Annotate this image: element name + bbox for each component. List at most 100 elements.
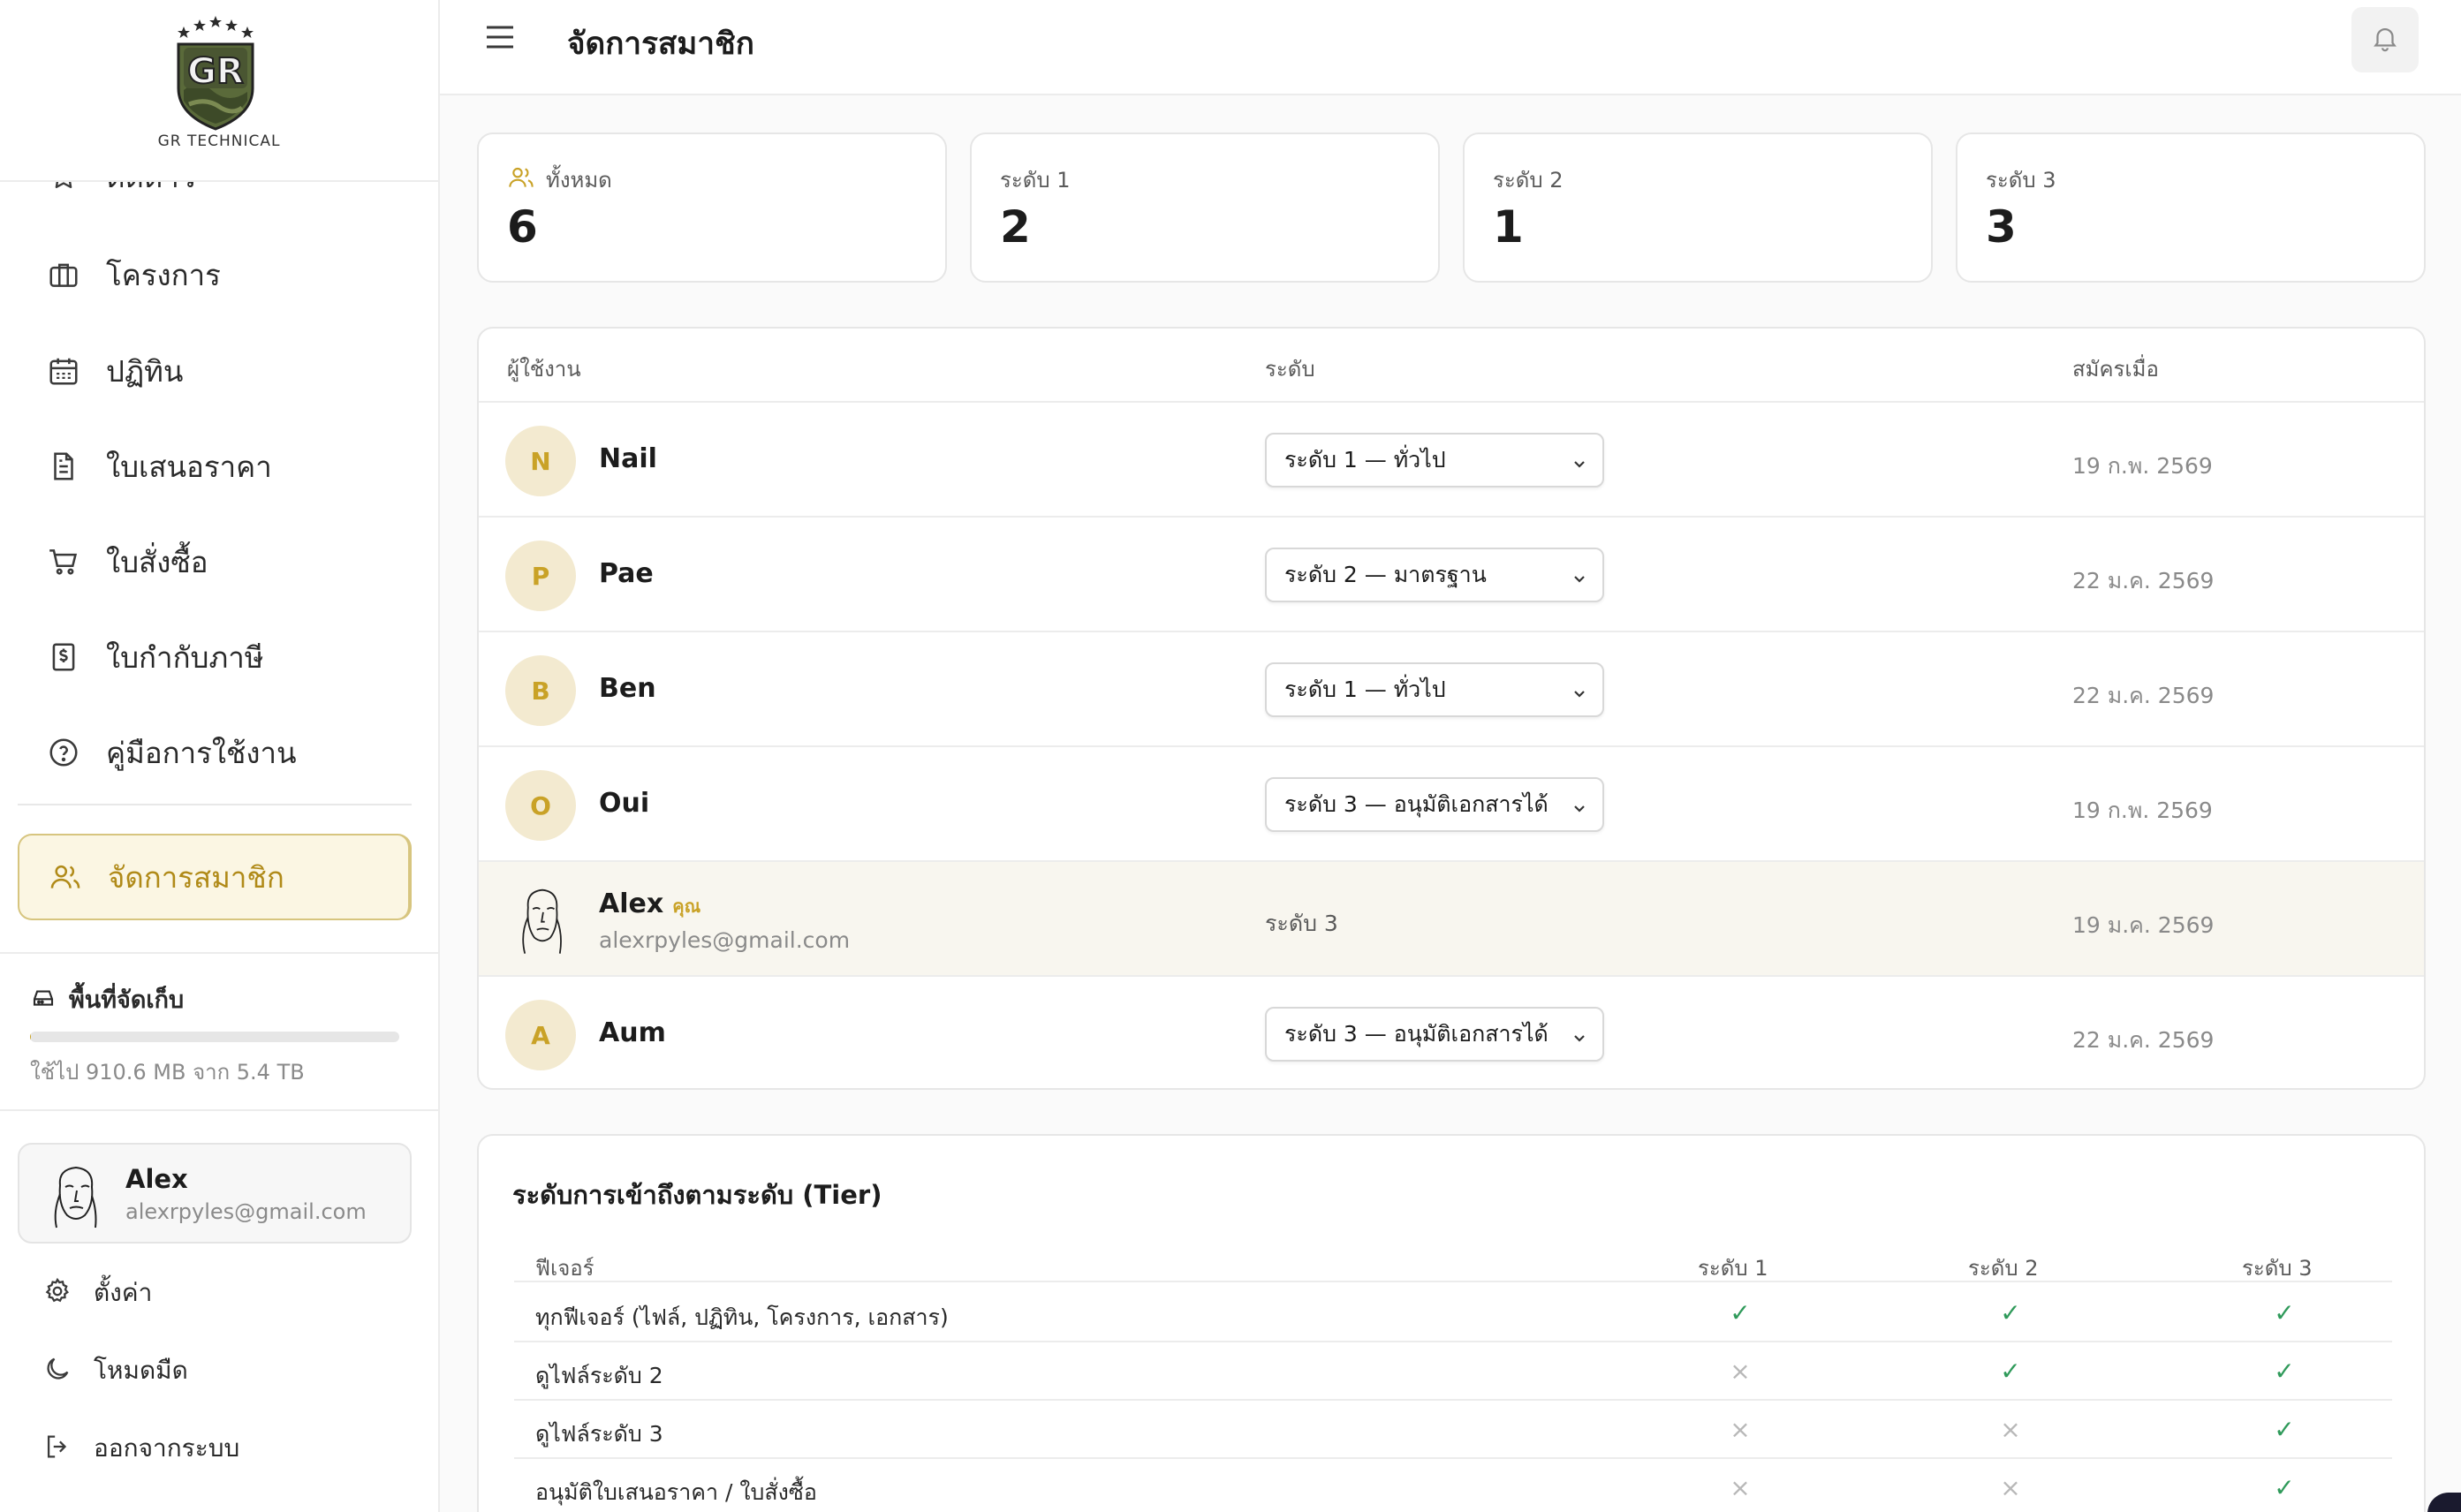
feature-name: ทุกฟีเจอร์ (ไฟล์, ปฏิทิน, โครงการ, เอกสา… [535, 1304, 949, 1330]
level-select[interactable]: ระดับ 1 — ทั่วไป [1265, 433, 1604, 488]
current-user-name: Alex [125, 1164, 188, 1194]
level-select[interactable]: ระดับ 3 — อนุมัติเอกสารได้ [1265, 777, 1604, 832]
tier-row: ทุกฟีเจอร์ (ไฟล์, ปฏิทิน, โครงการ, เอกสา… [514, 1284, 2392, 1342]
tier-row: ดูไฟล์ระดับ 3 × × ✓ [514, 1401, 2392, 1459]
level-select-value: ระดับ 3 — อนุมัติเอกสารได้ [1284, 1021, 1549, 1047]
nav-divider [18, 804, 412, 805]
member-email: alexrpyles@gmail.com [599, 927, 851, 953]
sidebar-item-label: คู่มือการใช้งาน [106, 735, 297, 770]
table-row: B Ben ระดับ 1 — ทั่วไป 22 ม.ค. 2569 [479, 632, 2424, 747]
member-name-text: Alex [599, 888, 664, 919]
level-select[interactable]: ระดับ 3 — อนุมัติเอกสารได้ [1265, 1007, 1604, 1062]
member-level-readonly: ระดับ 3 [1265, 911, 1338, 936]
level-select-value: ระดับ 2 — มาตรฐาน [1284, 562, 1487, 587]
member-joined-date: 19 ก.พ. 2569 [2072, 453, 2213, 479]
menu-toggle-button[interactable] [482, 21, 518, 57]
avatar: N [505, 426, 576, 496]
sidebar-item-projects[interactable]: โครงการ [18, 239, 412, 310]
you-badge: คุณ [672, 896, 701, 917]
stat-value: 6 [507, 201, 538, 253]
level-select-value: ระดับ 3 — อนุมัติเอกสารได้ [1284, 791, 1549, 817]
level-select[interactable]: ระดับ 1 — ทั่วไป [1265, 662, 1604, 717]
avatar [41, 1159, 111, 1229]
member-name: Alex คุณ [599, 888, 700, 920]
tier-row: ดูไฟล์ระดับ 2 × ✓ ✓ [514, 1342, 2392, 1401]
level-select[interactable]: ระดับ 2 — มาตรฐาน [1265, 548, 1604, 602]
moon-icon [42, 1354, 72, 1387]
sidebar-item-purchase-orders[interactable]: ใบสั่งซื้อ [18, 526, 412, 597]
current-user-email: alexrpyles@gmail.com [125, 1199, 367, 1224]
sidebar-item-manual[interactable]: คู่มือการใช้งาน [18, 717, 412, 788]
member-name: Aum [599, 1017, 666, 1048]
stat-card-tier-2: ระดับ 2 1 [1463, 132, 1933, 283]
member-joined-date: 22 ม.ค. 2569 [2072, 1027, 2215, 1053]
table-row-current-user: Alex คุณ alexrpyles@gmail.com ระดับ 3 19 … [479, 862, 2424, 977]
stat-label: ระดับ 2 [1493, 163, 1564, 197]
member-joined-date: 22 ม.ค. 2569 [2072, 568, 2215, 593]
tier-1-mark: × [1730, 1357, 1751, 1386]
stat-label: ระดับ 3 [1986, 163, 2056, 197]
column-header-feature: ฟีเจอร์ [535, 1256, 594, 1281]
column-header-user: ผู้ใช้งาน [507, 357, 581, 382]
member-name: Ben [599, 673, 656, 704]
avatar: B [505, 655, 576, 726]
tier-access-title: ระดับการเข้าถึงตามระดับ (Tier) [512, 1180, 882, 1210]
tier-2-mark: ✓ [2000, 1298, 2021, 1327]
logo-letters: GR [187, 51, 244, 92]
logout-icon [42, 1432, 72, 1465]
settings-link[interactable]: ตั้งค่า [42, 1266, 152, 1319]
member-name: Oui [599, 788, 650, 819]
storage-title-text: พื้นที่จัดเก็บ [69, 987, 185, 1014]
brand-logo: GR [171, 16, 260, 131]
table-row: P Pae ระดับ 2 — มาตรฐาน 22 ม.ค. 2569 [479, 518, 2424, 632]
tier-access-panel: ระดับการเข้าถึงตามระดับ (Tier) ฟีเจอร์ ร… [477, 1134, 2426, 1512]
tier-3-mark: ✓ [2274, 1357, 2295, 1386]
stat-value: 1 [1493, 201, 1524, 253]
avatar: O [505, 770, 576, 841]
tier-1-mark: × [1730, 1415, 1751, 1444]
stat-label: ทั้งหมด [507, 163, 612, 197]
feature-name: ดูไฟล์ระดับ 2 [535, 1363, 663, 1388]
sidebar-item-label: โครงการ [106, 257, 221, 292]
brand-name: GR TECHNICAL [157, 132, 281, 150]
dark-mode-toggle[interactable]: โหมดมืด [42, 1344, 188, 1397]
table-row: N Nail ระดับ 1 — ทั่วไป 19 ก.พ. 2569 [479, 403, 2424, 518]
member-joined-date: 19 ม.ค. 2569 [2072, 912, 2215, 938]
member-name: Nail [599, 443, 657, 474]
stat-value: 2 [1000, 201, 1031, 253]
sidebar-item-tax-invoices[interactable]: ใบกำกับภาษี [18, 622, 412, 692]
column-header-tier-2: ระดับ 2 [1968, 1256, 2039, 1281]
sidebar-item-members[interactable]: จัดการสมาชิก [18, 834, 412, 920]
chevron-down-icon [1571, 797, 1588, 822]
stat-label-text: ระดับ 3 [1986, 168, 2056, 193]
tier-table-header: ฟีเจอร์ ระดับ 1 ระดับ 2 ระดับ 3 [514, 1238, 2392, 1282]
logout-link[interactable]: ออกจากระบบ [42, 1422, 239, 1475]
sidebar-item-calendar[interactable]: ปฏิทิน [18, 336, 412, 406]
sidebar: ติดดาว โครงการ ปฏิทิน ใบเสนอราคา [0, 0, 440, 1512]
sidebar-item-label: ปฏิทิน [106, 353, 184, 389]
tier-2-mark: ✓ [2000, 1357, 2021, 1386]
avatar [511, 881, 574, 957]
gear-icon [42, 1276, 72, 1310]
sidebar-item-label: ใบสั่งซื้อ [106, 544, 208, 579]
chevron-down-icon [1571, 452, 1588, 478]
column-header-tier-3: ระดับ 3 [2242, 1256, 2313, 1281]
current-user-card[interactable]: Alex alexrpyles@gmail.com [18, 1143, 412, 1244]
storage-progress-bar [30, 1032, 399, 1042]
notifications-button[interactable] [2351, 7, 2419, 72]
level-select-value: ระดับ 1 — ทั่วไป [1284, 677, 1446, 702]
help-circle-icon [46, 735, 81, 770]
table-row: A Aum ระดับ 3 — อนุมัติเอกสารได้ 22 ม.ค.… [479, 977, 2424, 1088]
briefcase-icon [46, 257, 81, 292]
level-select-value: ระดับ 1 — ทั่วไป [1284, 447, 1446, 472]
sidebar-item-quotations[interactable]: ใบเสนอราคา [18, 431, 412, 502]
dark-mode-label: โหมดมืด [94, 1356, 188, 1385]
column-header-tier-1: ระดับ 1 [1698, 1256, 1768, 1281]
chevron-down-icon [1571, 567, 1588, 593]
document-icon [46, 449, 81, 484]
tier-3-mark: ✓ [2274, 1473, 2295, 1502]
avatar: P [505, 541, 576, 611]
stat-label-text: ระดับ 2 [1493, 168, 1564, 193]
stat-label-text: ระดับ 1 [1000, 168, 1071, 193]
chevron-down-icon [1571, 682, 1588, 707]
